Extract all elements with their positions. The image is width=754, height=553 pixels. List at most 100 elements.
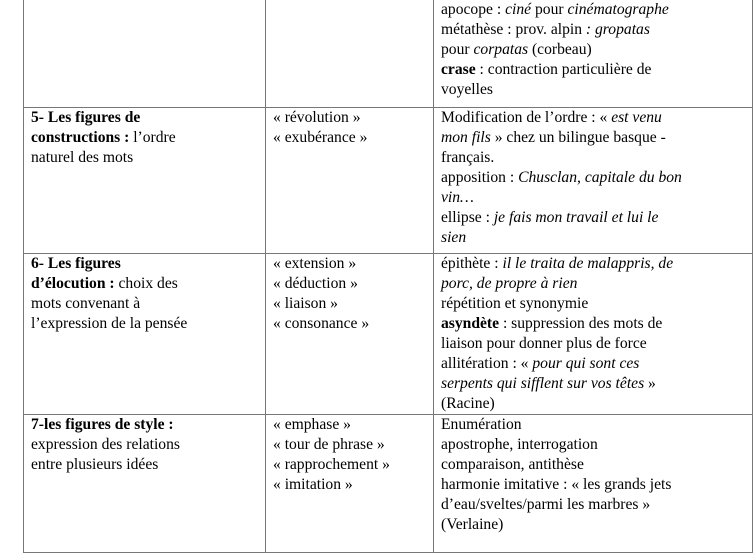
text-run: Modification de l’ordre : « [441, 109, 612, 126]
text-run: : contraction particulière de [475, 61, 652, 78]
cell-line: français. [441, 148, 746, 168]
cell-line: Modification de l’ordre : « est venu [441, 108, 746, 128]
cell-line: vin… [441, 188, 746, 208]
cell-line: harmonie imitative : « les grands jets [441, 475, 746, 495]
text-run: corpatas [473, 41, 529, 58]
text-run: 6- Les figures [31, 255, 121, 272]
text-run: « extension » [273, 255, 357, 272]
text-run: naturel des mots [31, 149, 134, 166]
examples-cell: épithète : il le traita de malappris, de… [433, 253, 753, 415]
text-run: asyndète [441, 315, 500, 332]
text-run: d’élocution : [31, 275, 115, 292]
text-run: « consonance » [273, 315, 370, 332]
cell-line: comparaison, antithèse [441, 455, 746, 475]
cell-line: serpents qui sifflent sur vos têtes » [441, 374, 746, 394]
text-run: cinématographe [567, 1, 669, 18]
text-run: vin… [441, 189, 474, 206]
text-run: voyelles [441, 81, 493, 98]
cell-line: liaison pour donner plus de force [441, 334, 746, 354]
text-run: pour [531, 1, 568, 18]
cell-line: « extension » [273, 254, 427, 274]
text-run: répétition et synonymie [441, 295, 589, 312]
cell-line: (Verlaine) [441, 515, 746, 535]
text-run: comparaison, antithèse [441, 456, 584, 473]
cell-line: répétition et synonymie [441, 294, 746, 314]
text-run: : gropatas [585, 21, 650, 38]
terms-cell: « révolution » « exubérance » [265, 107, 434, 254]
text-run: 5- Les figures de [31, 109, 141, 126]
category-cell: 6- Les figures d’élocution : choix des mot… [23, 253, 266, 415]
text-run: métathèse : prov. alpin [441, 21, 586, 38]
text-run: l’ordre [129, 129, 176, 146]
table-row: 6- Les figures d’élocution : choix des mot… [23, 253, 753, 415]
cell-line: « imitation » [273, 475, 427, 495]
figures-table: apocope : ciné pour cinématographe métath… [23, 0, 753, 553]
examples-cell: Enumération apostrophe, interrogation comp… [433, 414, 753, 553]
text-run: est venu [611, 109, 662, 126]
text-run: « imitation » [273, 476, 353, 493]
cell-line: (Racine) [441, 394, 746, 414]
text-run: porc, de propre à rien [441, 275, 578, 292]
text-run: pour [441, 41, 474, 58]
cell-line: « liaison » [273, 294, 427, 314]
category-cell: 7-les figures de style : expression des r… [23, 414, 266, 553]
cell-line: crase : contraction particulière de [441, 60, 746, 80]
text-run: 7-les figures de style : [31, 416, 174, 433]
examples-cell: apocope : ciné pour cinématographe métath… [433, 0, 753, 108]
text-run: l’expression de la pensée [31, 315, 188, 332]
cell-line: asyndète : suppression des mots de [441, 314, 746, 334]
text-run: serpents qui sifflent sur vos têtes [441, 375, 645, 392]
cell-line: « révolution » [273, 108, 427, 128]
text-run: (Racine) [441, 395, 495, 412]
table-row: 7-les figures de style : expression des r… [23, 414, 753, 553]
cell-line: apocope : ciné pour cinématographe [441, 0, 746, 20]
text-run: » [644, 375, 656, 392]
text-run: « exubérance » [273, 129, 368, 146]
text-run: expression des relations [31, 436, 180, 453]
category-cell: 5- Les figures de constructions : l’ordre… [23, 107, 266, 254]
text-run: « tour de phrase » [273, 436, 385, 453]
text-run: « liaison » [273, 295, 338, 312]
cell-line: « exubérance » [273, 128, 427, 148]
cell-line: « déduction » [273, 274, 427, 294]
cell-line: Enumération [441, 415, 746, 435]
text-run: d’eau/sveltes/parmi les marbres » [441, 496, 651, 513]
cell-line: pour corpatas (corbeau) [441, 40, 746, 60]
category-cell [23, 0, 266, 108]
table-row: 5- Les figures de constructions : l’ordre… [23, 107, 753, 254]
text-run: apposition : [441, 169, 519, 186]
cell-line: d’élocution : choix des [31, 274, 259, 294]
cell-line: apposition : Chusclan, capitale du bon [441, 168, 746, 188]
cell-line: d’eau/sveltes/parmi les marbres » [441, 495, 746, 515]
examples-cell: Modification de l’ordre : « est venu mon … [433, 107, 753, 254]
text-run: sien [441, 229, 467, 246]
cell-line: « consonance » [273, 314, 427, 334]
cell-line: mots convenant à [31, 294, 259, 314]
cell-line: apostrophe, interrogation [441, 435, 746, 455]
cell-line: naturel des mots [31, 148, 259, 168]
text-run: Enumération [441, 416, 522, 433]
cell-line: mon fils » chez un bilingue basque - [441, 128, 746, 148]
terms-cell: « extension » « déduction » « liaison » « c… [265, 253, 434, 415]
text-run: français. [441, 149, 495, 166]
cell-line: « emphase » [273, 415, 427, 435]
cell-line: constructions : l’ordre [31, 128, 259, 148]
text-run: Chusclan, capitale du bon [518, 169, 682, 186]
cell-line: l’expression de la pensée [31, 314, 259, 334]
text-run: » chez un bilingue basque - [490, 129, 666, 146]
text-run: mots convenant à [31, 295, 141, 312]
text-run: choix des [114, 275, 178, 292]
table-row: apocope : ciné pour cinématographe métath… [23, 0, 753, 108]
cell-line: allitération : « pour qui sont ces [441, 354, 746, 374]
text-run: épithète : [441, 255, 503, 272]
text-run: pour qui sont ces [532, 355, 640, 372]
terms-cell: « emphase » « tour de phrase » « rapproche… [265, 414, 434, 553]
cell-line: 5- Les figures de [31, 108, 259, 128]
text-run: entre plusieurs idées [31, 456, 159, 473]
text-run: crase [441, 61, 476, 78]
terms-cell [265, 0, 434, 108]
text-run: liaison pour donner plus de force [441, 335, 647, 352]
cell-line: expression des relations [31, 435, 259, 455]
text-run: « révolution » [273, 109, 361, 126]
text-run: il le traita de malappris, de [502, 255, 674, 272]
